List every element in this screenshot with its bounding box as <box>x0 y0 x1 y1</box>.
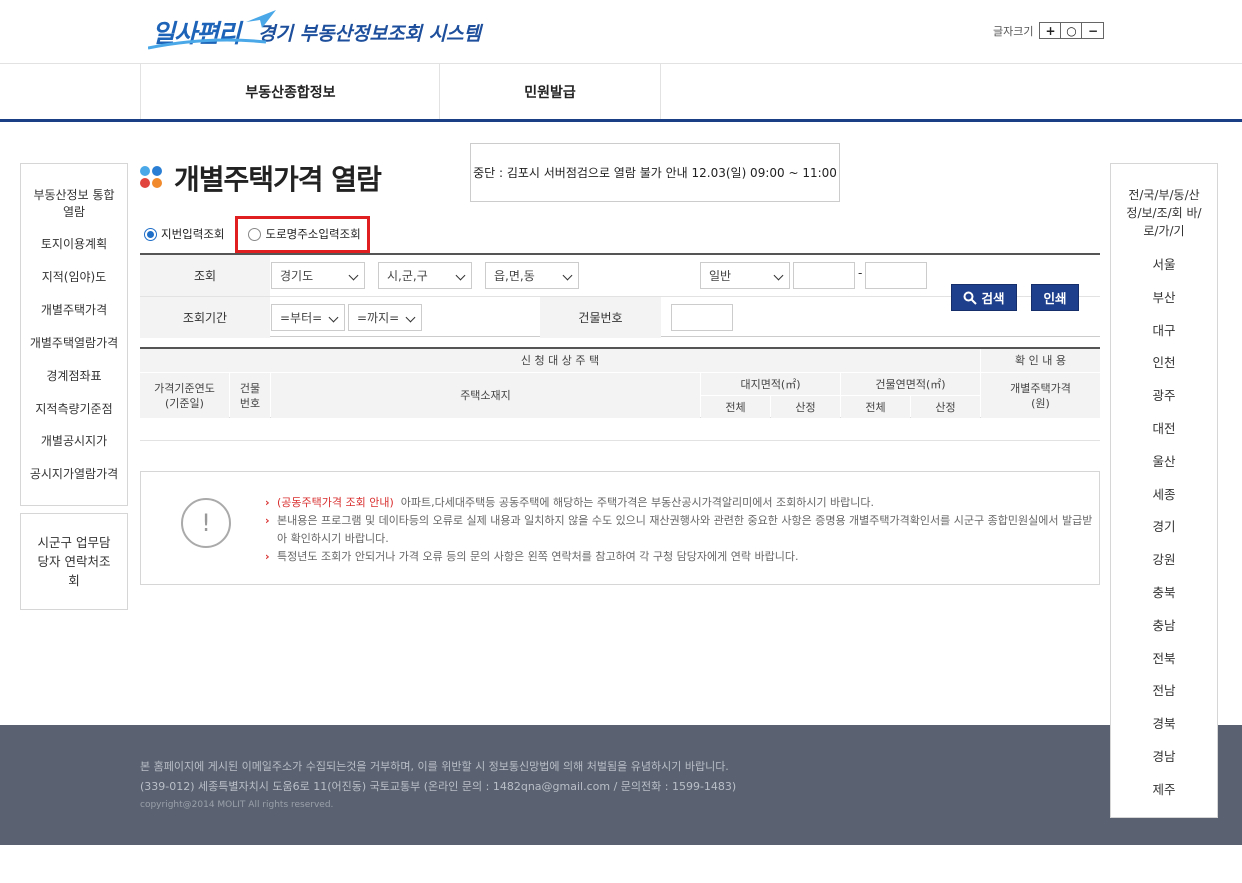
print-button[interactable]: 인쇄 <box>1031 284 1079 311</box>
info-item: (공동주택가격 조회 안내) 아파트,다세대주택등 공동주택에 해당하는 주택가… <box>265 494 1095 512</box>
site-footer: 본 홈페이지에 게시된 이메일주소가 수집되는것을 거부하며, 이를 위반할 시… <box>0 725 1242 845</box>
service-notice-text: 중단 : 김포시 서버점검으로 열람 불가 안내 12.03(일) 09:00 … <box>473 166 837 180</box>
highlight-box <box>235 216 370 253</box>
left-menu-item[interactable]: 부동산정보 통합 열람 <box>21 187 127 221</box>
region-link[interactable]: 대전 <box>1111 418 1217 437</box>
search-button-label: 검색 <box>981 291 1005 306</box>
sub-lot-number-input[interactable] <box>865 262 927 289</box>
footer-copyright: copyright@2014 MOLIT All rights reserved… <box>140 800 334 810</box>
radio-lot-number-label[interactable]: 지번입력조회 <box>161 226 224 242</box>
title-dots-icon <box>140 166 164 190</box>
font-size-increase-button[interactable]: + <box>1040 23 1062 38</box>
period-label: 조회기간 <box>140 297 270 338</box>
page-title-area: 개별주택가격 열람 <box>140 158 382 198</box>
main-nav: 부동산종합정보 민원발급 <box>0 64 1242 122</box>
search-label: 조회 <box>140 255 270 296</box>
col-floor-area: 건물연면적(㎡) <box>841 373 980 395</box>
region-link[interactable]: 전남 <box>1111 680 1217 699</box>
region-link[interactable]: 서울 <box>1111 254 1217 273</box>
eupmyeondong-select[interactable]: 읍,면,동 <box>485 262 579 289</box>
region-link[interactable]: 충북 <box>1111 582 1217 601</box>
logo-mark: 일사편리 <box>148 10 276 50</box>
col-address: 주택소재지 <box>271 373 700 418</box>
left-menu: 부동산정보 통합 열람 토지이용계획 지적(임야)도 개별주택가격 개별주택열람… <box>20 163 128 506</box>
search-form: 조회 조회기간 건물번호 경기도 시,군,구 읍,면,동 일반 - =부터= =… <box>140 253 1100 338</box>
left-menu-item[interactable]: 지적(임야)도 <box>21 269 127 286</box>
region-link[interactable]: 광주 <box>1111 385 1217 404</box>
left-menu-item[interactable]: 공시지가열람가격 <box>21 466 127 483</box>
info-item: 특정년도 조회가 안되거나 가격 오류 등의 문의 사항은 왼쪽 연락처를 참고… <box>265 548 1095 566</box>
result-table: 신 청 대 상 주 택 확 인 내 용 가격기준연도 (기준일) 건물 번호 주… <box>140 347 1100 418</box>
font-size-decrease-button[interactable]: − <box>1082 23 1104 38</box>
left-menu-item[interactable]: 개별주택열람가격 <box>21 335 127 352</box>
region-link[interactable]: 충남 <box>1111 615 1217 634</box>
period-from-select[interactable]: =부터= <box>271 304 345 331</box>
footer-address: (339-012) 세종특별자치시 도움6로 11(어진동) 국토교통부 (온라… <box>140 780 737 793</box>
col-floor-calc: 산정 <box>911 396 980 418</box>
region-link[interactable]: 강원 <box>1111 549 1217 568</box>
col-house-price: 개별주택가격 (원) <box>981 373 1100 418</box>
region-link[interactable]: 경북 <box>1111 713 1217 732</box>
radio-lot-number[interactable] <box>144 227 157 241</box>
nav-item-civil-issuance[interactable]: 민원발급 <box>439 64 661 119</box>
footer-email-notice: 본 홈페이지에 게시된 이메일주소가 수집되는것을 거부하며, 이를 위반할 시… <box>140 760 729 773</box>
lot-dash: - <box>858 266 863 280</box>
col-floor-total: 전체 <box>841 396 910 418</box>
left-menu-item[interactable]: 지적측량기준점 <box>21 401 127 418</box>
region-menu-heading: 전/국/부/동/산 정/보/조/회 바/로/가/기 <box>1126 188 1202 238</box>
table-group-target: 신 청 대 상 주 택 <box>140 349 980 372</box>
contact-lookup-label: 시군구 업무담당자 연락처조회 <box>37 535 111 588</box>
region-link[interactable]: 인천 <box>1111 352 1217 371</box>
page-title: 개별주택가격 열람 <box>174 163 382 196</box>
region-shortcut-menu: 전/국/부/동/산 정/보/조/회 바/로/가/기 서울부산대구인천광주대전울산… <box>1110 163 1218 818</box>
logo-swoosh-icon <box>148 38 267 50</box>
table-empty-divider <box>140 440 1100 441</box>
building-number-label: 건물번호 <box>540 297 661 338</box>
contact-lookup-button[interactable]: 시군구 업무담당자 연락처조회 <box>20 513 128 610</box>
left-menu-item[interactable]: 경계점좌표 <box>21 368 127 385</box>
font-size-buttons: + ○ − <box>1039 22 1105 39</box>
region-link[interactable]: 울산 <box>1111 451 1217 470</box>
left-menu-item[interactable]: 개별공시지가 <box>21 433 127 450</box>
font-size-reset-button[interactable]: ○ <box>1061 23 1083 38</box>
region-link[interactable]: 전북 <box>1111 648 1217 667</box>
col-building-number: 건물 번호 <box>230 373 270 418</box>
info-item-text: 아파트,다세대주택등 공동주택에 해당하는 주택가격은 부동산공시가격알리미에서… <box>400 496 875 509</box>
paper-plane-icon <box>246 10 276 28</box>
left-menu-item[interactable]: 토지이용계획 <box>21 236 127 253</box>
building-number-input[interactable] <box>671 304 733 331</box>
table-group-confirm: 확 인 내 용 <box>981 349 1100 372</box>
col-land-calc: 산정 <box>771 396 840 418</box>
apartment-price-link[interactable]: (공동주택가격 조회 안내) <box>277 496 394 509</box>
search-button[interactable]: 검색 <box>951 284 1017 311</box>
region-link[interactable]: 경남 <box>1111 746 1217 765</box>
exclamation-icon: ! <box>181 498 231 548</box>
site-logo[interactable]: 일사편리 경기 부동산정보조회 시스템 <box>148 8 482 56</box>
info-box: ! (공동주택가격 조회 안내) 아파트,다세대주택등 공동주택에 해당하는 주… <box>140 471 1100 585</box>
sigungu-select[interactable]: 시,군,구 <box>378 262 472 289</box>
nav-item-real-estate-info[interactable]: 부동산종합정보 <box>140 64 440 119</box>
left-menu-item-active[interactable]: 개별주택가격 <box>21 302 127 319</box>
font-size-control: 글자크기 + ○ − <box>993 22 1105 39</box>
site-title: 경기 부동산정보조회 시스템 <box>258 22 482 45</box>
lot-type-select[interactable]: 일반 <box>700 262 790 289</box>
region-link[interactable]: 제주 <box>1111 779 1217 798</box>
service-notice[interactable]: 중단 : 김포시 서버점검으로 열람 불가 안내 12.03(일) 09:00 … <box>470 143 840 202</box>
font-size-label: 글자크기 <box>993 24 1034 38</box>
region-link[interactable]: 부산 <box>1111 287 1217 306</box>
main-lot-number-input[interactable] <box>793 262 855 289</box>
region-link[interactable]: 경기 <box>1111 516 1217 535</box>
sido-select[interactable]: 경기도 <box>271 262 365 289</box>
info-item: 본내용은 프로그램 및 데이타등의 오류로 실제 내용과 일치하지 않을 수도 … <box>265 512 1095 548</box>
region-link[interactable]: 세종 <box>1111 484 1217 503</box>
col-price-year: 가격기준연도 (기준일) <box>140 373 229 418</box>
site-header: 일사편리 경기 부동산정보조회 시스템 글자크기 + ○ − <box>0 0 1242 64</box>
region-link[interactable]: 대구 <box>1111 320 1217 339</box>
search-icon <box>963 291 978 305</box>
period-to-select[interactable]: =까지= <box>348 304 422 331</box>
info-list: (공동주택가격 조회 안내) 아파트,다세대주택등 공동주택에 해당하는 주택가… <box>265 494 1095 566</box>
col-land-area: 대지면적(㎡) <box>701 373 840 395</box>
col-land-total: 전체 <box>701 396 770 418</box>
